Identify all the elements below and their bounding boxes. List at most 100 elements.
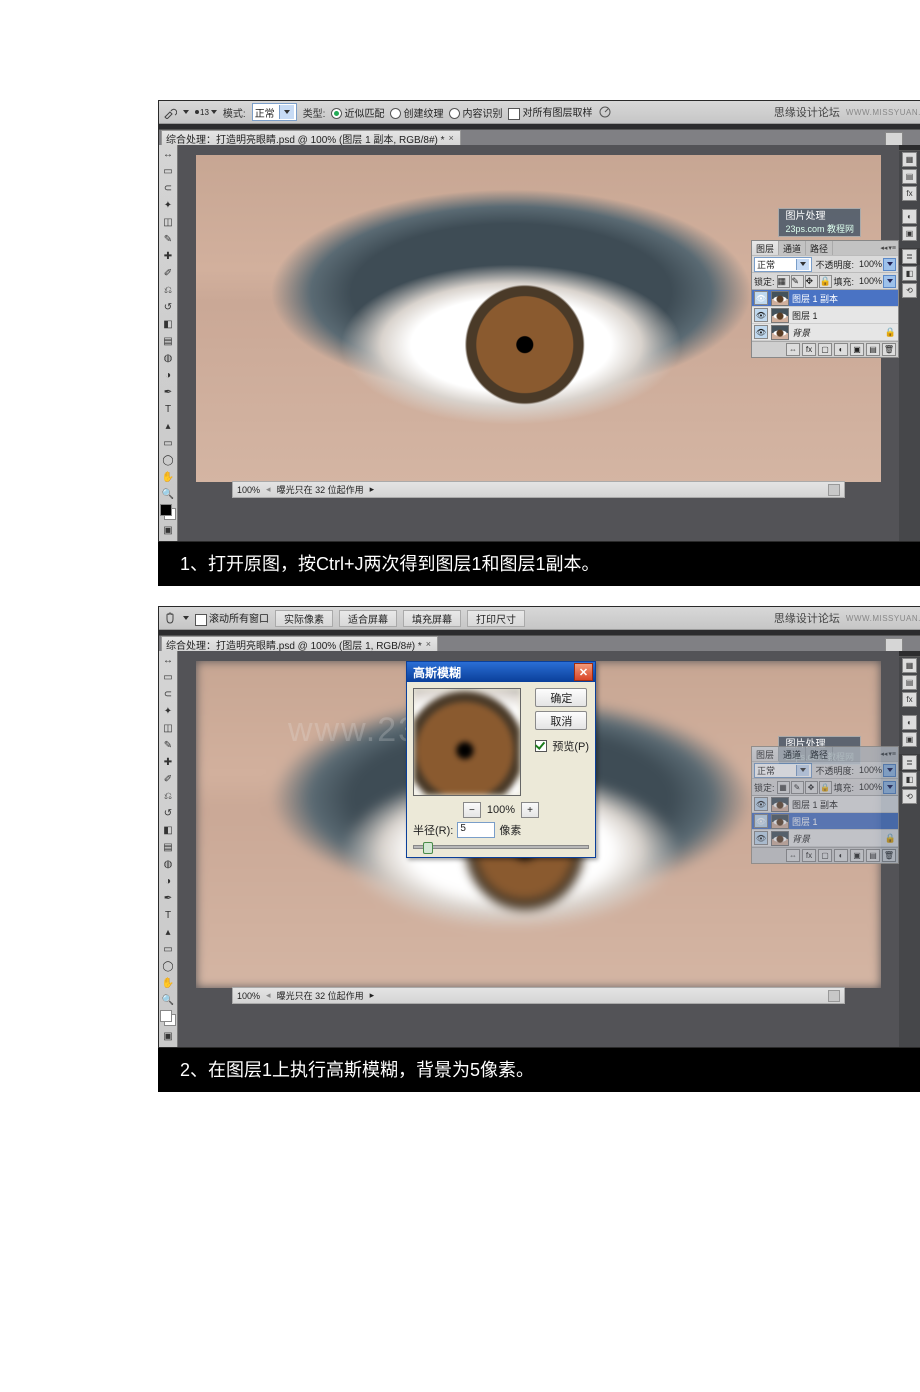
history-brush-icon[interactable]: ↺ xyxy=(160,300,176,314)
lock-all-icon[interactable]: 🔒 xyxy=(819,781,832,794)
palette-adjust[interactable]: ◐调整 xyxy=(899,208,920,225)
zoom-tool-icon[interactable]: 🔍 xyxy=(160,993,176,1007)
eraser-tool-icon[interactable]: ◧ xyxy=(160,823,176,837)
status-menu-icon[interactable]: ▸ xyxy=(370,990,375,1001)
blur-tool-icon[interactable]: ◍ xyxy=(160,857,176,871)
gradient-tool-icon[interactable]: ▤ xyxy=(160,334,176,348)
preview-checkbox[interactable]: 预览(P) xyxy=(535,738,589,754)
brush-size-thumb[interactable]: 13 xyxy=(195,108,217,117)
lock-position-icon[interactable]: ✥ xyxy=(805,781,818,794)
layer-item-copy[interactable]: 👁 图层 1 副本 xyxy=(752,796,898,813)
status-menu-icon[interactable]: ▸ xyxy=(370,484,375,495)
palette-styles[interactable]: fx样式 xyxy=(899,185,920,202)
radius-slider[interactable] xyxy=(413,841,589,851)
dialog-close-button[interactable]: ✕ xyxy=(574,663,593,681)
color-swatches[interactable] xyxy=(160,504,176,520)
checkbox-sample-all[interactable]: 对所有图层取样 xyxy=(508,104,592,119)
panel-menu-icon[interactable]: ▾≡ xyxy=(888,750,896,758)
radio-proximity[interactable]: 近似匹配 xyxy=(331,105,384,120)
layer-item-1[interactable]: 👁 图层 1 xyxy=(752,813,898,830)
visibility-toggle-icon[interactable]: 👁 xyxy=(754,814,768,828)
history-brush-icon[interactable]: ↺ xyxy=(160,806,176,820)
opacity-value[interactable]: 100% xyxy=(854,259,883,269)
dodge-tool-icon[interactable]: ◑ xyxy=(160,874,176,888)
zoom-readout[interactable]: 100% xyxy=(237,991,260,1001)
layer-group-icon[interactable]: ▣ xyxy=(850,849,864,862)
delete-layer-icon[interactable]: 🗑 xyxy=(882,849,896,862)
zoom-tool-icon[interactable]: 🔍 xyxy=(160,487,176,501)
layer-fx-icon[interactable]: fx xyxy=(802,849,816,862)
radius-input[interactable]: 5 xyxy=(457,822,495,838)
zoom-out-button[interactable]: − xyxy=(463,802,481,818)
marquee-tool-icon[interactable]: ▭ xyxy=(160,670,176,684)
foreground-color-swatch[interactable] xyxy=(160,504,172,516)
wand-tool-icon[interactable]: ✦ xyxy=(160,198,176,212)
wand-tool-icon[interactable]: ✦ xyxy=(160,704,176,718)
palette-paths[interactable]: ⟲路径 xyxy=(899,282,920,299)
layer-item-bg[interactable]: 👁 背景 🔒 xyxy=(752,324,898,341)
palette-styles[interactable]: fx样式 xyxy=(899,691,920,708)
opacity-arrow-icon[interactable] xyxy=(883,258,896,271)
dialog-titlebar[interactable]: 高斯模糊 ✕ xyxy=(407,662,595,682)
close-tab-icon[interactable]: × xyxy=(426,639,431,649)
palette-channels[interactable]: ◧通道 xyxy=(899,265,920,282)
close-tab-icon[interactable]: × xyxy=(449,133,454,143)
hand-tool-icon[interactable]: ✋ xyxy=(160,470,176,484)
palette-channels[interactable]: ◧通道 xyxy=(899,771,920,788)
lock-transparent-icon[interactable]: ▦ xyxy=(777,275,790,288)
tool-preset-dropdown-icon[interactable] xyxy=(183,110,189,114)
lock-position-icon[interactable]: ✥ xyxy=(805,275,818,288)
layer-thumbnail[interactable] xyxy=(771,797,789,812)
palette-adjust[interactable]: ◐调整 xyxy=(899,714,920,731)
lasso-tool-icon[interactable]: ⊂ xyxy=(160,181,176,195)
dodge-tool-icon[interactable]: ◑ xyxy=(160,368,176,382)
delete-layer-icon[interactable]: 🗑 xyxy=(882,343,896,356)
layer-item-bg[interactable]: 👁 背景 🔒 xyxy=(752,830,898,847)
dock-collapse-bar[interactable]: ▸▸ xyxy=(899,651,920,657)
btn-actual-pixels[interactable]: 实际像素 xyxy=(275,610,333,627)
mode-select[interactable]: 正常 xyxy=(252,103,297,121)
resize-grip-icon[interactable] xyxy=(828,990,840,1002)
color-swatches[interactable] xyxy=(160,1010,176,1026)
palette-color[interactable]: ▦颜色 xyxy=(899,151,920,168)
eyedropper-tool-icon[interactable]: ✎ xyxy=(160,738,176,752)
stamp-tool-icon[interactable]: ⎌ xyxy=(160,283,176,297)
tab-layers[interactable]: 图层 xyxy=(752,241,779,255)
link-layers-icon[interactable]: ⇔ xyxy=(786,343,800,356)
palette-masks[interactable]: ▣蒙版 xyxy=(899,731,920,748)
palette-layers[interactable]: ≣图层 xyxy=(899,248,920,265)
crop-tool-icon[interactable]: ◫ xyxy=(160,721,176,735)
brush-tool-icon[interactable]: ✐ xyxy=(160,266,176,280)
move-tool-icon[interactable]: ↔ xyxy=(160,653,176,667)
opacity-arrow-icon[interactable] xyxy=(883,764,896,777)
foreground-color-swatch[interactable] xyxy=(160,1010,172,1022)
resize-grip-icon[interactable] xyxy=(828,484,840,496)
fill-arrow-icon[interactable] xyxy=(883,275,896,288)
panel-collapse-icon[interactable]: ◂◂ xyxy=(880,244,887,252)
palette-paths[interactable]: ⟲路径 xyxy=(899,788,920,805)
shape-tool-icon[interactable]: ▭ xyxy=(160,942,176,956)
visibility-toggle-icon[interactable]: 👁 xyxy=(754,291,768,305)
layer-group-icon[interactable]: ▣ xyxy=(850,343,864,356)
visibility-toggle-icon[interactable]: 👁 xyxy=(754,325,768,339)
quickmask-icon[interactable]: ▣ xyxy=(160,523,176,537)
link-layers-icon[interactable]: ⇔ xyxy=(786,849,800,862)
adjustment-layer-icon[interactable]: ◐ xyxy=(834,343,848,356)
layer-thumbnail[interactable] xyxy=(771,814,789,829)
layer-item-copy[interactable]: 👁 图层 1 副本 xyxy=(752,290,898,307)
pen-tool-icon[interactable]: ✒ xyxy=(160,385,176,399)
visibility-toggle-icon[interactable]: 👁 xyxy=(754,831,768,845)
quickmask-icon[interactable]: ▣ xyxy=(160,1029,176,1043)
adjustment-layer-icon[interactable]: ◐ xyxy=(834,849,848,862)
3d-tool-icon[interactable]: ◯ xyxy=(160,453,176,467)
type-tool-icon[interactable]: T xyxy=(160,908,176,922)
path-select-icon[interactable]: ▴ xyxy=(160,419,176,433)
palette-swatches[interactable]: ▤色板 xyxy=(899,168,920,185)
radio-content-aware[interactable]: 内容识别 xyxy=(449,105,502,120)
panel-collapse-icon[interactable]: ◂◂ xyxy=(880,750,887,758)
3d-tool-icon[interactable]: ◯ xyxy=(160,959,176,973)
stamp-tool-icon[interactable]: ⎌ xyxy=(160,789,176,803)
fill-arrow-icon[interactable] xyxy=(883,781,896,794)
btn-print-size[interactable]: 打印尺寸 xyxy=(467,610,525,627)
blend-mode-select[interactable]: 正常 xyxy=(754,257,812,272)
